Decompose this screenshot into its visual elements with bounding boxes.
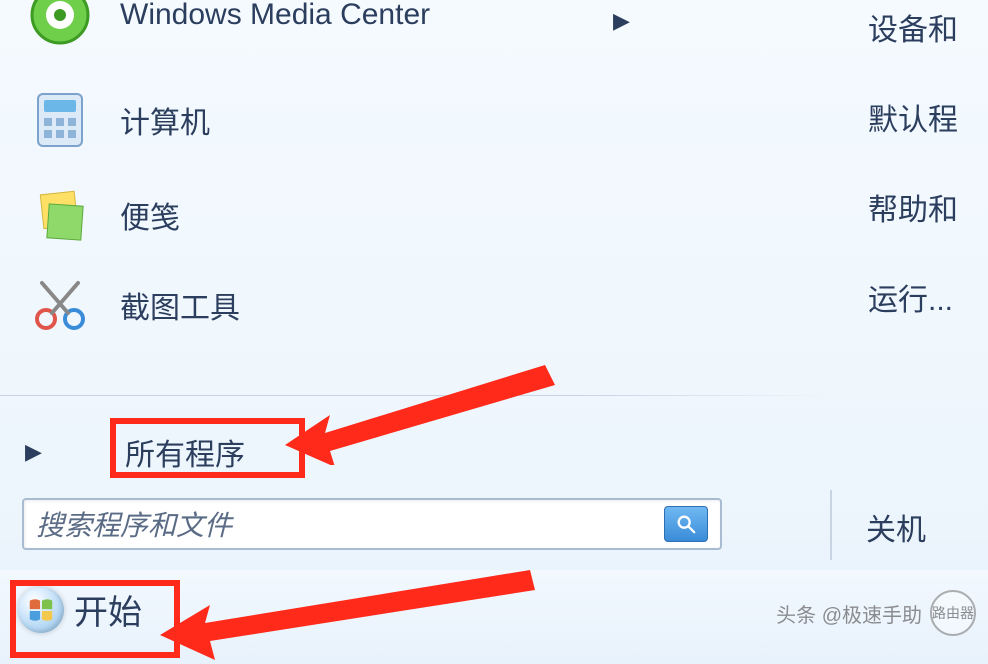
program-item-computer[interactable]: 计算机: [20, 80, 210, 160]
windows-logo-icon: [18, 587, 64, 633]
scissors-icon: [20, 265, 100, 345]
separator-vertical: [830, 490, 832, 560]
all-programs-item[interactable]: ▶ 所有程序: [20, 430, 245, 474]
start-button[interactable]: 开始: [18, 585, 142, 634]
search-icon: [675, 513, 697, 535]
program-label: 计算机: [120, 98, 210, 142]
program-item-snip[interactable]: 截图工具: [20, 265, 240, 345]
sticky-notes-icon: [20, 175, 100, 255]
search-input[interactable]: 搜索程序和文件: [22, 498, 722, 550]
search-button[interactable]: [664, 506, 708, 542]
separator: [0, 395, 830, 396]
sidebar-link-help[interactable]: 帮助和: [868, 185, 988, 229]
watermark: 头条 @极速手助 路由器: [776, 590, 976, 636]
sidebar-link-devices[interactable]: 设备和: [868, 5, 988, 49]
sidebar-link-defaults[interactable]: 默认程: [868, 95, 988, 139]
chevron-right-icon: ▶: [20, 439, 105, 465]
start-label: 开始: [74, 585, 142, 634]
watermark-badge: 路由器: [930, 590, 976, 636]
program-label: Windows Media Center: [120, 0, 430, 32]
chevron-right-icon: ▶: [613, 8, 630, 34]
program-item-notes[interactable]: 便笺: [20, 175, 180, 255]
program-label: 便笺: [120, 193, 180, 237]
media-center-icon: [20, 0, 100, 55]
program-item-wmc[interactable]: Windows Media Center: [20, 0, 430, 55]
shutdown-button[interactable]: 关机: [866, 505, 926, 549]
all-programs-label: 所有程序: [125, 430, 245, 474]
programs-panel: Windows Media Center ▶ 计算机 便笺: [0, 0, 830, 560]
search-placeholder: 搜索程序和文件: [36, 504, 664, 544]
program-label: 截图工具: [120, 283, 240, 327]
watermark-text: 头条 @极速手助: [776, 599, 922, 628]
sidebar-link-run[interactable]: 运行...: [868, 275, 988, 319]
calculator-icon: [20, 80, 100, 160]
